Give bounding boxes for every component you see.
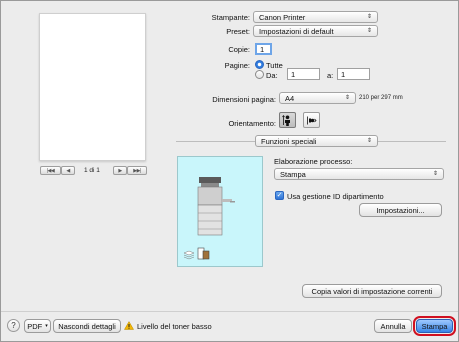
cancel-button[interactable]: Annulla — [374, 319, 412, 333]
next-page-button[interactable]: ▶ — [113, 166, 127, 175]
popup-arrows-icon: ⇕ — [366, 28, 372, 34]
popup-arrows-icon: ⇕ — [366, 138, 372, 144]
copies-field[interactable]: 1 — [255, 43, 272, 55]
processing-popup[interactable]: Stampa ⇕ — [274, 168, 444, 180]
paper-size-label: Dimensioni pagina: — [212, 95, 276, 104]
warning-triangle-icon — [124, 321, 134, 330]
preset-label: Preset: — [226, 27, 250, 36]
department-id-checkbox[interactable]: ✓ — [275, 191, 284, 200]
paper-size-value: A4 — [285, 93, 295, 103]
section-popup[interactable]: Funzioni speciali ⇕ — [255, 135, 378, 147]
hide-details-button[interactable]: Nascondi dettagli — [53, 319, 121, 333]
pages-all-label: Tutte — [266, 61, 283, 70]
printer-popup[interactable]: Canon Printer ⇕ — [253, 11, 378, 23]
portrait-person-icon — [282, 114, 290, 126]
popup-arrows-icon: ⇕ — [366, 14, 372, 20]
popup-arrows-icon: ⇕ — [432, 171, 438, 177]
dropdown-arrow-icon: ▾ — [45, 323, 48, 329]
paper-dimensions: 210 per 297 mm — [359, 95, 403, 101]
paper-size-popup[interactable]: A4 ⇕ — [279, 92, 356, 104]
help-button[interactable]: ? — [7, 319, 20, 332]
paper-stack-icon — [183, 250, 195, 260]
popup-arrows-icon: ⇕ — [344, 95, 350, 101]
pdf-label: PDF — [27, 321, 43, 331]
orientation-label: Orientamento: — [228, 119, 276, 128]
previous-page-button[interactable]: ◀ — [61, 166, 75, 175]
copy-current-values-button[interactable]: Copia valori di impostazione correnti — [302, 284, 442, 298]
page-indicator: 1 di 1 — [84, 167, 100, 174]
pages-range-radio[interactable] — [255, 70, 264, 79]
department-id-label: Usa gestione ID dipartimento — [287, 192, 384, 201]
toner-status-text: Livello del toner basso — [137, 322, 212, 331]
section-value: Funzioni speciali — [261, 136, 317, 146]
pages-all-radio[interactable] — [255, 60, 264, 69]
printer-value: Canon Printer — [259, 12, 306, 22]
printer-image-panel — [177, 156, 263, 267]
first-page-button[interactable]: |◀◀ — [40, 166, 61, 175]
bottom-separator — [0, 311, 459, 312]
last-page-button[interactable]: ▶▶| — [127, 166, 147, 175]
page-preview — [39, 13, 146, 161]
preset-value: Impostazioni di default — [259, 26, 334, 36]
copies-label: Copie: — [228, 45, 250, 54]
print-button-highlight — [413, 316, 456, 336]
pages-from-label: Da: — [266, 71, 278, 80]
settings-button[interactable]: Impostazioni... — [359, 203, 442, 217]
printer-label: Stampante: — [211, 13, 250, 22]
processing-value: Stampa — [280, 169, 306, 179]
paper-trays-icon — [197, 247, 210, 260]
pages-label: Pagine: — [224, 61, 250, 70]
portrait-orientation-button[interactable] — [279, 112, 296, 128]
pdf-menu-button[interactable]: PDF ▾ — [24, 319, 51, 333]
pages-to-label: a: — [327, 71, 334, 80]
landscape-person-icon — [307, 116, 317, 124]
preset-popup[interactable]: Impostazioni di default ⇕ — [253, 25, 378, 37]
pages-from-field[interactable]: 1 — [287, 68, 320, 80]
pages-to-field[interactable]: 1 — [337, 68, 370, 80]
landscape-orientation-button[interactable] — [303, 112, 320, 128]
processing-label: Elaborazione processo: — [274, 157, 353, 166]
